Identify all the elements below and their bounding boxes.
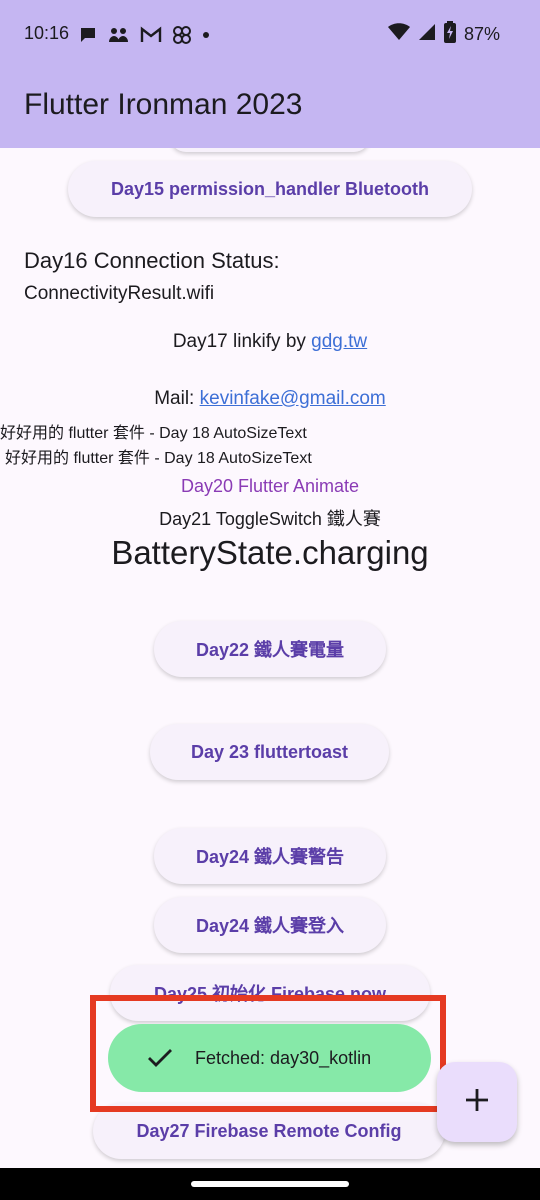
battery-charging-icon [443, 20, 456, 48]
status-bar: 10:16 87% [0, 0, 540, 70]
day24-login-button[interactable]: Day24 鐵人賽登入 [154, 897, 386, 953]
day23-fluttertoast-button[interactable]: Day 23 fluttertoast [150, 724, 389, 780]
mail-link[interactable]: kevinfake@gmail.com [200, 388, 386, 409]
day20-animate-text: Day20 Flutter Animate [180, 476, 360, 496]
autosize-text-line2: 好好用的 flutter 套件 - Day 18 AutoSizeText [5, 450, 312, 467]
mail-text: Mail: kevinfake@gmail.com [0, 388, 540, 410]
dot-icon [202, 31, 210, 39]
day15-bluetooth-button[interactable]: Day15 permission_handler Bluetooth [68, 161, 472, 217]
status-time: 10:16 [24, 23, 70, 43]
autosize-text-line1: 好好用的 flutter 套件 - Day 18 AutoSizeText [0, 425, 307, 442]
day16-label: Day16 Connection Status: [24, 248, 280, 273]
day21-toggle-text: Day21 ToggleSwitch 鐵人賽 [159, 509, 381, 529]
chat-bubble-icon [78, 25, 98, 45]
day22-battery-button[interactable]: Day22 鐵人賽電量 [154, 621, 386, 677]
navigation-bar [0, 1168, 540, 1200]
page-title: Flutter Ironman 2023 [24, 88, 303, 121]
mail-prefix: Mail: [154, 388, 200, 409]
highlight-box [90, 995, 446, 1112]
day16-value: ConnectivityResult.wifi [24, 283, 215, 304]
home-handle[interactable] [191, 1181, 349, 1187]
wifi-icon [387, 22, 410, 46]
gdg-link[interactable]: gdg.tw [311, 331, 367, 352]
day24-alert-button[interactable]: Day24 鐵人賽警告 [154, 828, 386, 884]
signal-icon [418, 23, 436, 46]
day17-prefix: Day17 linkify by [172, 331, 312, 352]
gmail-icon [140, 26, 162, 44]
add-fab-button[interactable] [437, 1062, 517, 1142]
app-header: 10:16 87% Flutter Ironman 2023 [0, 0, 540, 148]
partial-button-top[interactable] [170, 148, 370, 152]
pinwheel-icon [172, 25, 192, 45]
battery-state-text: BatteryState.charging [111, 534, 429, 571]
system-icons: 87% [387, 20, 500, 48]
plus-icon [464, 1087, 490, 1118]
day17-linkify-text: Day17 linkify by gdg.tw [0, 331, 540, 353]
people-icon [108, 25, 130, 45]
battery-percent: 87% [463, 23, 500, 44]
notification-icons [78, 24, 210, 46]
